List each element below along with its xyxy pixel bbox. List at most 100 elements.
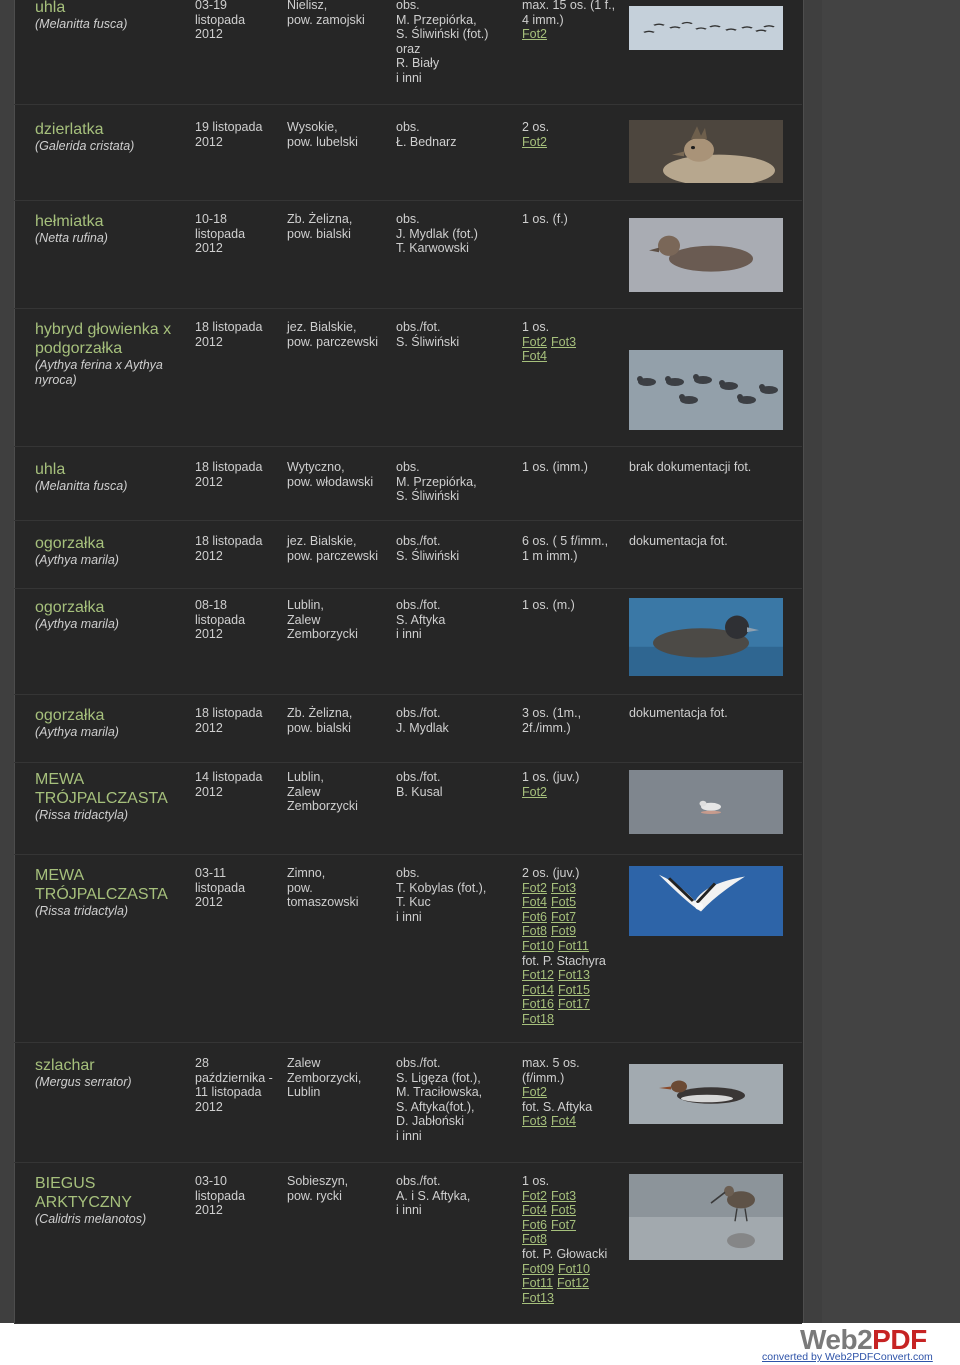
species-name: BIEGUS ARKTYCZNY — [35, 1175, 132, 1211]
species-latin: (Netta rufina) — [35, 231, 108, 245]
photo-link[interactable]: Fot7 — [551, 1218, 576, 1232]
photo-note: brak dokumentacji fot. — [629, 460, 752, 474]
photo-link[interactable]: Fot16 — [522, 997, 554, 1011]
bird-photo — [629, 218, 783, 292]
photo-link[interactable]: Fot15 — [558, 983, 590, 997]
photo-link[interactable]: Fot9 — [551, 924, 576, 938]
photo-link[interactable]: Fot2 — [522, 135, 547, 149]
count-cell: 2 os. Fot2 — [522, 120, 622, 149]
table-row: hełmiatka (Netta rufina) 10-18 listopada 201… — [14, 212, 802, 309]
count-cell: 1 os. (imm.) — [522, 460, 622, 475]
photo-link[interactable]: Fot2 — [522, 785, 547, 799]
bird-photo — [629, 6, 783, 50]
place-line: Zemborzycki — [287, 799, 358, 814]
photo-link[interactable]: Fot3 — [551, 335, 576, 349]
photo-link[interactable]: Fot3 — [551, 881, 576, 895]
count-cell: 1 os. (juv.) Fot2 — [522, 770, 622, 799]
photo-links-line: Fot18 — [522, 1012, 622, 1027]
photo-link[interactable]: Fot11 — [558, 939, 589, 953]
table-row: ogorzałka (Aythya marila) 08-18 listopada 20… — [14, 598, 802, 695]
table-row: MEWA TRÓJPALCZASTA (Rissa tridactyla) 03-1… — [14, 866, 802, 1043]
date-cell: 03-19 listopada 2012 — [195, 0, 277, 42]
photo-link[interactable]: Fot3 — [551, 1189, 576, 1203]
count-line: 1 os. — [522, 320, 550, 334]
date-line: 03-11 — [195, 866, 227, 880]
place-line: pow. zamojski — [287, 12, 365, 27]
photo-link[interactable]: Fot12 — [557, 1276, 589, 1290]
photo-credit: fot. P. Głowacki — [522, 1246, 608, 1261]
bird-photo — [629, 1064, 783, 1124]
photo-links-line: Fot4 — [522, 349, 622, 364]
photo-link[interactable]: Fot6 — [522, 910, 547, 924]
observer-line: S. Śliwiński — [396, 548, 460, 563]
photo-link[interactable]: Fot14 — [522, 983, 554, 997]
observers-cell: obs./fot. S. Śliwiński — [396, 320, 516, 349]
photo-link[interactable]: Fot2 — [522, 27, 547, 41]
species-name: ogorzałka — [35, 535, 105, 552]
photo-cell: dokumentacja fot. — [629, 534, 789, 549]
photo-link[interactable]: Fot09 — [522, 1262, 554, 1276]
count-line: 2 os. (juv.) — [522, 866, 580, 880]
photo-link[interactable]: Fot8 — [522, 1232, 547, 1246]
date-cell: 28 października -11 listopada 2012 — [195, 1056, 277, 1114]
observer-line: J. Mydlak — [396, 720, 449, 735]
photo-link[interactable]: Fot10 — [558, 1262, 590, 1276]
photo-link[interactable]: Fot2 — [522, 335, 547, 349]
observer-line: J. Mydlak (fot.) — [396, 226, 478, 241]
photo-link[interactable]: Fot11 — [522, 1276, 553, 1290]
photo-link[interactable]: Fot17 — [558, 997, 590, 1011]
photo-link[interactable]: Fot13 — [558, 968, 590, 982]
date-line: 2012 — [195, 627, 223, 642]
observer-line: obs./fot. — [396, 706, 441, 720]
observer-line: i inni — [396, 1128, 422, 1143]
place-line: jez. Bialskie, — [287, 534, 357, 548]
count-cell: 1 os. (f.) — [522, 212, 622, 227]
count-line: 1 m imm.) — [522, 548, 578, 563]
observer-line: i inni — [396, 627, 422, 642]
observer-line: S. Śliwiński — [396, 489, 460, 504]
photo-link[interactable]: Fot4 — [551, 1114, 576, 1128]
observer-line: D. Jabłoński — [396, 1114, 465, 1129]
count-line: 1 os. (imm.) — [522, 460, 588, 474]
species-cell: BIEGUS ARKTYCZNY (Calidris melanotos) — [35, 1174, 185, 1227]
logo-subtitle-link[interactable]: converted by Web2PDFConvert.com — [762, 1351, 933, 1363]
photo-link[interactable]: Fot6 — [522, 1218, 547, 1232]
photo-cell — [629, 120, 789, 183]
photo-link[interactable]: Fot4 — [522, 349, 547, 363]
photo-link[interactable]: Fot2 — [522, 881, 547, 895]
count-line: 1 os. — [522, 1174, 550, 1188]
photo-link[interactable]: Fot2 — [522, 1085, 547, 1099]
web2pdf-logo[interactable]: Web2PDF converted by Web2PDFConvert.com — [762, 1324, 950, 1364]
photo-link[interactable]: Fot12 — [522, 968, 554, 982]
observer-line: M. Traciłowska, — [396, 1085, 483, 1100]
photo-link[interactable]: Fot5 — [551, 895, 576, 909]
species-cell: MEWA TRÓJPALCZASTA (Rissa tridactyla) — [35, 866, 185, 919]
photo-link[interactable]: Fot2 — [522, 1189, 547, 1203]
observers-cell: obs./fot. J. Mydlak — [396, 706, 516, 735]
count-cell: 2 os. (juv.) Fot2 Fot3 Fot4 Fot5 Fot6 Fot7 Fot8… — [522, 866, 622, 1027]
observer-line: M. Przepiórka, — [396, 474, 477, 489]
photo-link[interactable]: Fot7 — [551, 910, 576, 924]
photo-link[interactable]: Fot3 — [522, 1114, 547, 1128]
photo-link[interactable]: Fot4 — [522, 1203, 547, 1217]
bird-photo — [629, 120, 783, 183]
photo-link[interactable]: Fot13 — [522, 1291, 554, 1305]
place-line: pow. rycki — [287, 1188, 342, 1203]
observer-line: T. Karwowski — [396, 241, 469, 256]
date-line: 18 listopada — [195, 460, 263, 474]
place-cell: Sobieszyn, pow. rycki — [287, 1174, 387, 1203]
photo-link[interactable]: Fot4 — [522, 895, 547, 909]
observer-line: i inni — [396, 909, 422, 924]
species-latin: (Aythya marila) — [35, 553, 119, 567]
photo-link[interactable]: Fot18 — [522, 1012, 554, 1026]
place-line: pow. parczewski — [287, 334, 379, 349]
observer-line: Ł. Bednarz — [396, 134, 457, 149]
date-cell: 14 listopada 2012 — [195, 770, 277, 799]
observer-line: i inni — [396, 70, 422, 85]
date-cell: 18 listopada 2012 — [195, 460, 277, 489]
observer-line: obs./fot. — [396, 320, 441, 334]
photo-link[interactable]: Fot10 — [522, 939, 554, 953]
observers-cell: obs. T. Kobylas (fot.), T. Kuc i inni — [396, 866, 516, 924]
photo-link[interactable]: Fot8 — [522, 924, 547, 938]
photo-link[interactable]: Fot5 — [551, 1203, 576, 1217]
